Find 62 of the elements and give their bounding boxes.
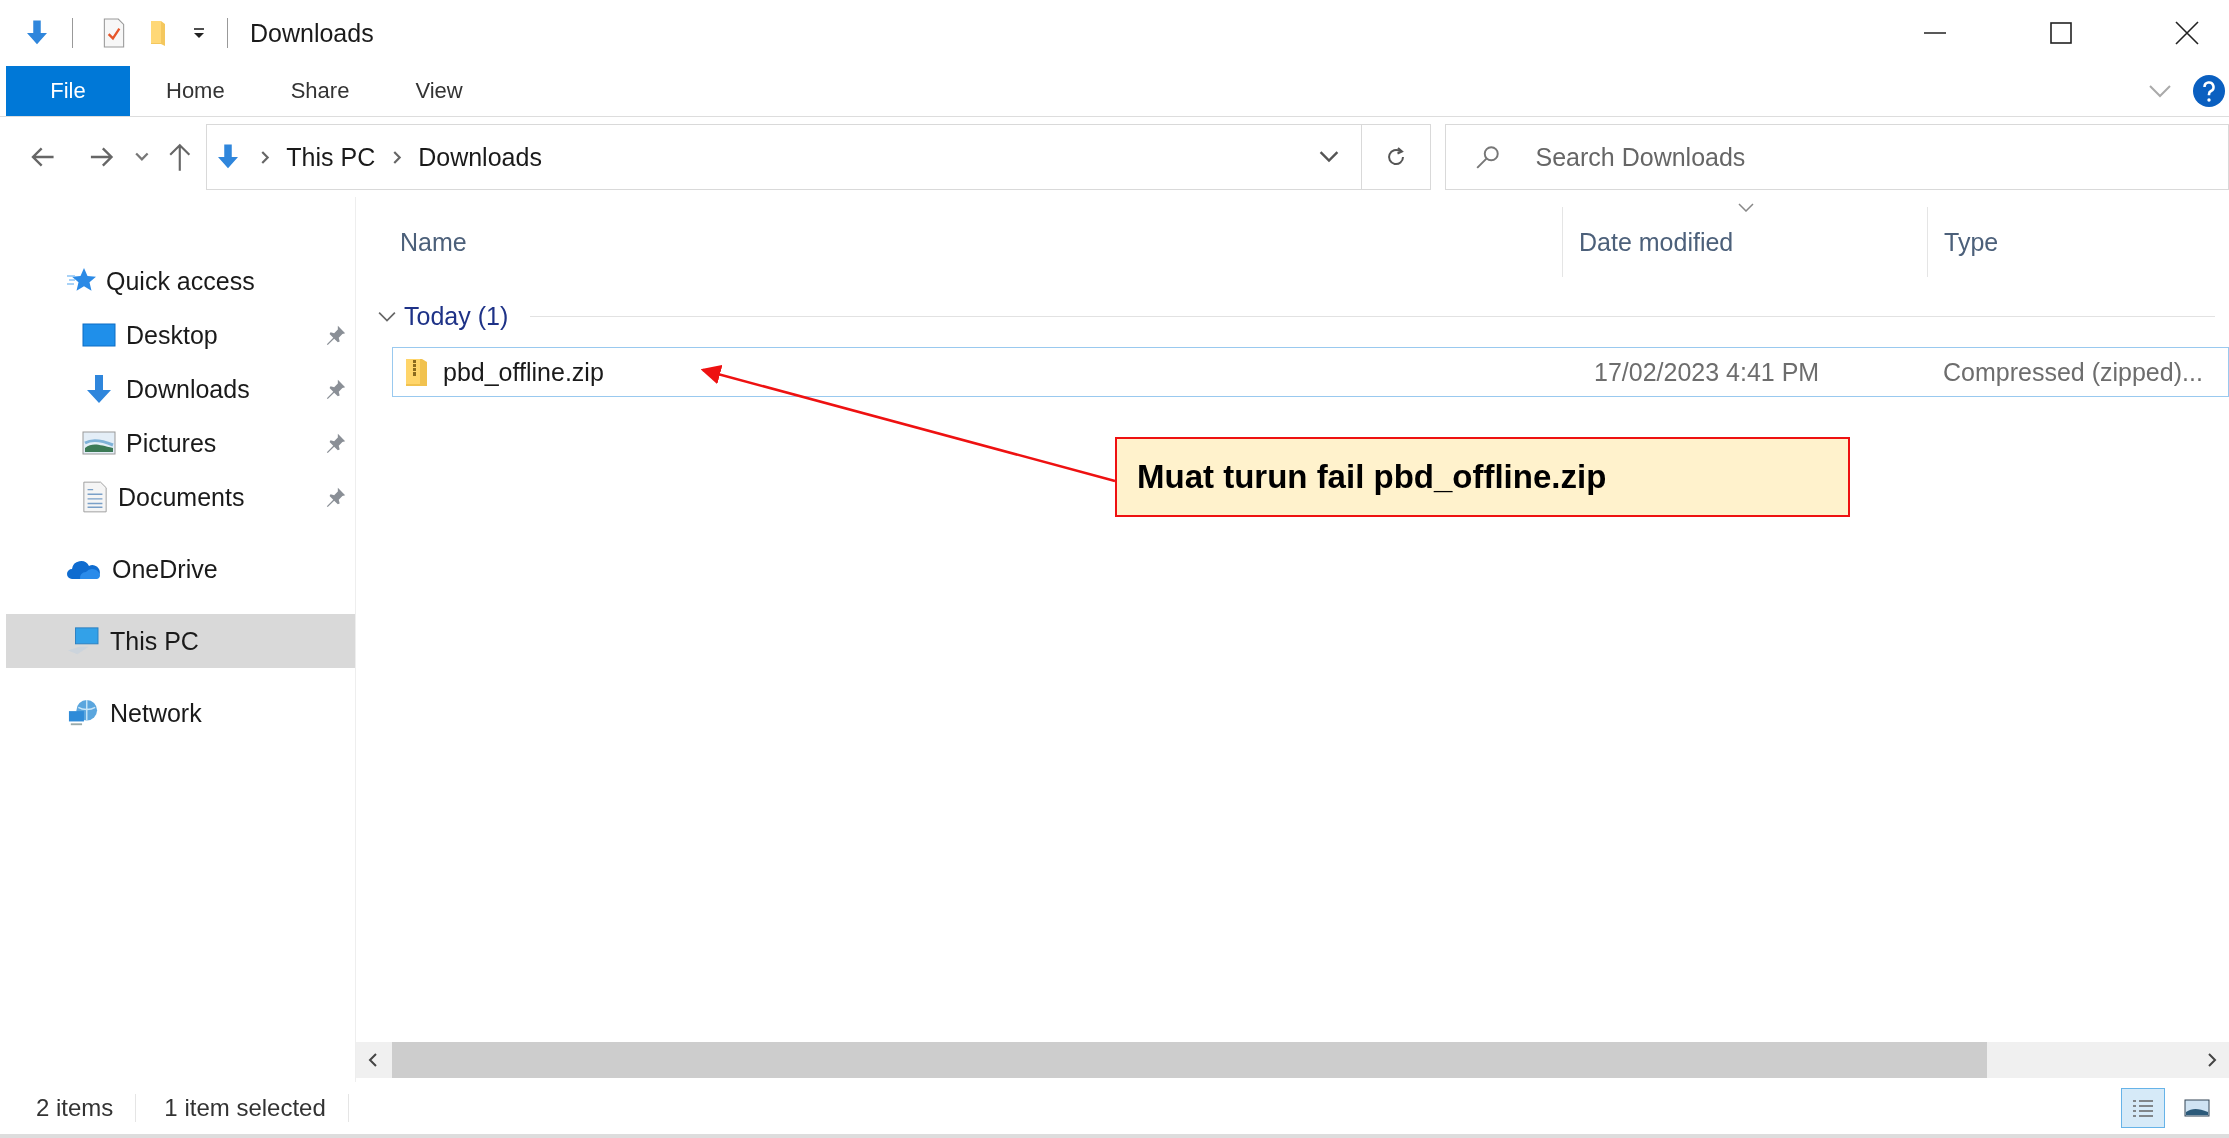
- document-icon: [82, 481, 108, 513]
- breadcrumb-item[interactable]: Downloads: [418, 142, 542, 172]
- selection-count: 1 item selected: [164, 1094, 327, 1122]
- computer-icon: [66, 626, 100, 656]
- sidebar-item[interactable]: OneDrive: [6, 542, 355, 596]
- pin-icon[interactable]: [325, 324, 347, 346]
- sidebar-item[interactable]: This PC: [6, 614, 355, 668]
- window-title: Downloads: [250, 18, 374, 48]
- landscape-picture-icon: [2184, 1098, 2210, 1118]
- desktop-icon: [82, 323, 116, 347]
- sidebar-label: Quick access: [106, 266, 255, 296]
- sidebar-label: Network: [110, 698, 202, 728]
- chevron-down-icon[interactable]: [1318, 151, 1339, 163]
- breadcrumb-item[interactable]: This PC: [286, 142, 376, 172]
- sidebar-label: Desktop: [126, 320, 218, 350]
- group-header[interactable]: Today (1): [404, 301, 509, 331]
- sidebar-item[interactable]: Network: [6, 686, 355, 740]
- cloud-icon: [66, 558, 102, 580]
- scroll-right-icon[interactable]: [2207, 1053, 2217, 1067]
- address-bar[interactable]: This PC Downloads: [206, 124, 1362, 190]
- zip-folder-icon: [405, 357, 429, 387]
- details-view-button[interactable]: [2121, 1088, 2165, 1128]
- column-header[interactable]: Date modified: [1562, 207, 1927, 277]
- sidebar-label: OneDrive: [112, 554, 218, 584]
- ribbon-tab[interactable]: Share: [260, 66, 380, 116]
- ribbon-tab[interactable]: File: [6, 66, 130, 116]
- close-icon[interactable]: [2175, 21, 2199, 45]
- ribbon-tab[interactable]: Home: [136, 66, 255, 116]
- date-cell-text: 17/02/2023 4:41 PM: [1593, 357, 1821, 387]
- checklist-icon[interactable]: [101, 18, 127, 48]
- sidebar-item[interactable]: Pictures: [6, 416, 355, 470]
- sidebar-item[interactable]: Quick access: [6, 254, 355, 308]
- pin-icon[interactable]: [325, 486, 347, 508]
- annotation-callout: Muat turun fail pbd_offline.zip: [1115, 437, 1850, 517]
- sidebar-item[interactable]: Downloads: [6, 362, 355, 416]
- chevron-right-icon[interactable]: [261, 150, 271, 164]
- sidebar-label: Downloads: [126, 374, 250, 404]
- ribbon-tab[interactable]: View: [385, 66, 493, 116]
- file-name: pbd_offline.zip: [443, 357, 604, 387]
- column-header[interactable]: Name: [356, 207, 1562, 277]
- pin-icon[interactable]: [325, 432, 347, 454]
- maximize-icon[interactable]: [2049, 21, 2073, 45]
- type-cell: Compressed (zipped)...: [1943, 357, 2203, 387]
- file-row[interactable]: pbd_offline.zip 17/02/2023 4:41 PM Compressed (zipped)...: [392, 347, 2229, 397]
- chevron-down-icon[interactable]: [134, 152, 149, 162]
- sort-chevron-icon: [1738, 203, 1754, 212]
- sidebar-item[interactable]: Desktop: [6, 308, 355, 362]
- item-count: 2 items: [36, 1094, 115, 1122]
- search-field[interactable]: Search Downloads: [1444, 124, 2229, 190]
- dropdown-icon[interactable]: [191, 25, 207, 41]
- help-icon[interactable]: [2193, 75, 2225, 107]
- sidebar-item[interactable]: Documents: [6, 470, 355, 524]
- sidebar-label: This PC: [110, 626, 199, 656]
- sidebar-label: Documents: [118, 482, 245, 512]
- scroll-left-icon[interactable]: [368, 1053, 378, 1067]
- chevron-right-icon[interactable]: [393, 150, 403, 164]
- details-list-icon: [2131, 1098, 2155, 1118]
- column-header[interactable]: Type: [1927, 207, 1999, 277]
- network-icon: [66, 698, 100, 728]
- sidebar-label: Pictures: [126, 428, 217, 458]
- landscape-picture-icon: [82, 431, 116, 455]
- pin-icon[interactable]: [325, 378, 347, 400]
